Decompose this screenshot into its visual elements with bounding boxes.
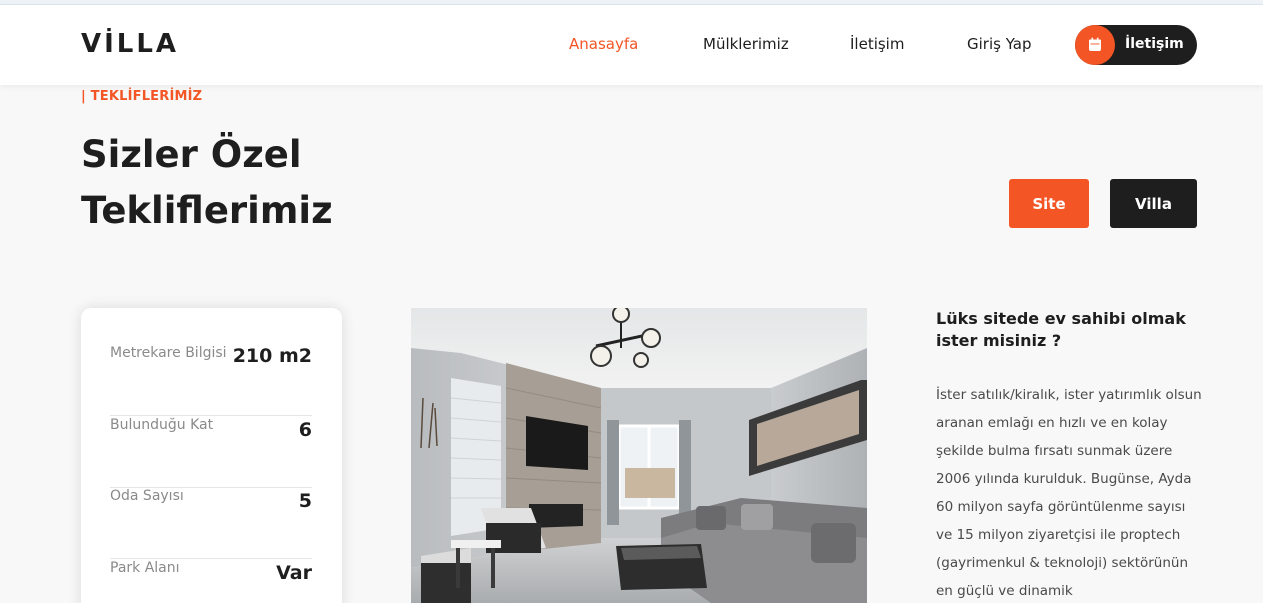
villa-filter-button[interactable]: Villa xyxy=(1110,179,1197,228)
detail-value: 6 xyxy=(298,419,312,441)
section-title: Sizler Özel Tekliflerimiz xyxy=(81,133,333,232)
nav-link-contact[interactable]: İletişim xyxy=(850,35,904,53)
site-header: VİLLA Anasayfa Mülklerimiz İletişim Giri… xyxy=(0,5,1263,85)
detail-row-rooms: Oda Sayısı 5 xyxy=(110,488,312,559)
side-heading: Lüks sitede ev sahibi olmak ister misini… xyxy=(936,309,1186,350)
contact-cta-button[interactable]: İletişim xyxy=(1075,25,1197,65)
detail-row-area: Metrekare Bilgisi 210 m2 xyxy=(110,345,312,416)
site-filter-button[interactable]: Site xyxy=(1009,179,1089,228)
detail-label: Park Alanı xyxy=(110,560,180,576)
detail-value: Var xyxy=(276,562,312,584)
site-logo[interactable]: VİLLA xyxy=(81,29,179,59)
section-eyebrow: | TEKLİFLERİMİZ xyxy=(81,89,203,104)
property-details-card: Metrekare Bilgisi 210 m2 Bulunduğu Kat 6… xyxy=(81,308,342,603)
nav-link-login[interactable]: Giriş Yap xyxy=(967,35,1032,53)
contact-cta-label: İletişim xyxy=(1125,36,1184,52)
detail-row-floor: Bulunduğu Kat 6 xyxy=(110,417,312,488)
detail-label: Oda Sayısı xyxy=(110,488,184,504)
detail-label: Metrekare Bilgisi xyxy=(110,345,227,361)
nav-link-properties[interactable]: Mülklerimiz xyxy=(703,35,789,53)
detail-value: 5 xyxy=(298,490,312,512)
detail-label: Bulunduğu Kat xyxy=(110,417,214,433)
side-paragraph: İster satılık/kiralık, ister yatırımlık … xyxy=(936,387,1202,599)
calendar-icon xyxy=(1075,25,1115,65)
detail-value: 210 m2 xyxy=(232,345,312,367)
property-photo xyxy=(411,308,867,603)
nav-link-home[interactable]: Anasayfa xyxy=(569,35,638,53)
detail-row-parking: Park Alanı Var xyxy=(110,560,312,603)
